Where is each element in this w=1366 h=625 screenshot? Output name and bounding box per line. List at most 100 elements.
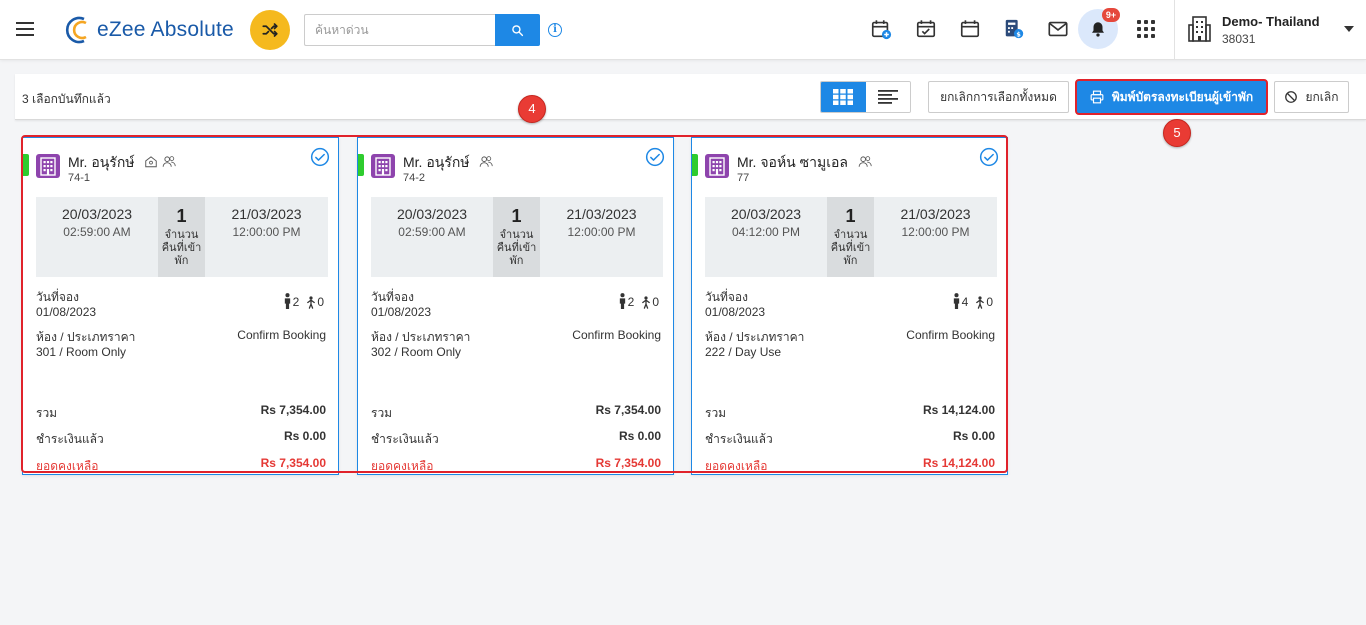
balance-label: ยอดคงเหลือ <box>36 459 99 473</box>
selected-check-icon[interactable] <box>979 147 999 167</box>
selected-count-text: 3 เลือกบันทึกแล้ว <box>22 92 111 106</box>
view-toggle <box>820 81 911 113</box>
nights-label: จำนวนคืนที่เข้าพัก <box>496 229 537 267</box>
child-icon <box>642 296 651 309</box>
arrival-time: 02:59:00 AM <box>398 225 466 239</box>
departure: 21/03/2023 12:00:00 PM <box>205 197 328 277</box>
occupancy: 2 0 <box>618 293 659 309</box>
balance-value: Rs 7,354.00 <box>595 456 661 470</box>
building-icon <box>1188 16 1211 42</box>
app-name: eZee Absolute <box>97 18 234 41</box>
child-count: 0 <box>317 295 324 309</box>
property-id: 38031 <box>1222 32 1256 46</box>
search-button[interactable] <box>495 14 540 46</box>
adult-icon <box>953 293 959 309</box>
balance-value: Rs 7,354.00 <box>260 456 326 470</box>
booking-status: Confirm Booking <box>237 328 326 342</box>
calendar-check-icon[interactable] <box>915 18 937 40</box>
home-icon <box>145 156 158 168</box>
svg-text:$: $ <box>1016 30 1021 38</box>
total-value: Rs 7,354.00 <box>260 403 326 417</box>
booking-date-value: 01/08/2023 <box>36 305 97 319</box>
divider <box>1174 0 1175 60</box>
booking-status: Confirm Booking <box>906 328 995 342</box>
departure-date: 21/03/2023 <box>900 206 971 222</box>
room-rate-value: 301 / Room Only <box>36 345 127 359</box>
paid-value: Rs 0.00 <box>952 429 995 443</box>
notification-badge: 9+ <box>1102 8 1120 22</box>
new-reservation-icon[interactable] <box>870 18 892 40</box>
guest-name: Mr. จอห์น ซามูเอล <box>737 154 848 170</box>
cancel-button[interactable]: ยกเลิก <box>1274 81 1349 113</box>
print-button-label: พิมพ์บัตรลงทะเบียนผู้เข้าพัก <box>1111 89 1254 104</box>
billing-icon[interactable]: $ <box>1003 18 1025 40</box>
list-view-icon <box>877 90 898 104</box>
booking-card[interactable]: Mr. อนุรักษ์ 74-1 20/03/2023 02:59:00 AM… <box>22 137 339 475</box>
adult-count: 2 <box>292 295 300 309</box>
nights-label: จำนวนคืนที่เข้าพัก <box>161 229 202 267</box>
deselect-all-button[interactable]: ยกเลิกการเลือกทั้งหมด <box>928 81 1069 113</box>
room-code: 74-2 <box>403 172 426 184</box>
arrival-time: 04:12:00 PM <box>731 225 801 239</box>
stay-summary: 20/03/2023 02:59:00 AM 1 จำนวนคืนที่เข้า… <box>36 197 328 277</box>
balance-label: ยอดคงเหลือ <box>371 459 434 473</box>
search-input[interactable] <box>304 14 496 46</box>
balance-value: Rs 14,124.00 <box>922 456 995 470</box>
arrival: 20/03/2023 02:59:00 AM <box>371 197 493 277</box>
chevron-down-icon <box>1344 26 1354 32</box>
nights-box: 1 จำนวนคืนที่เข้าพัก <box>493 197 540 277</box>
selected-check-icon[interactable] <box>310 147 330 167</box>
print-registration-card-button[interactable]: พิมพ์บัตรลงทะเบียนผู้เข้าพัก <box>1075 79 1268 115</box>
departure-time: 12:00:00 PM <box>901 225 970 239</box>
departure-time: 12:00:00 PM <box>232 225 301 239</box>
calendar-icon[interactable] <box>959 18 981 40</box>
shuffle-icon <box>262 23 278 37</box>
step-callout-5: 5 <box>1163 119 1191 147</box>
hotel-icon <box>371 154 395 178</box>
menu-icon[interactable] <box>16 22 34 36</box>
child-icon <box>976 296 985 309</box>
property-switcher[interactable]: Demo- Thailand 38031 <box>1188 12 1358 48</box>
room-code: 74-1 <box>68 172 91 184</box>
arrival-time: 02:59:00 AM <box>63 225 131 239</box>
selected-check-icon[interactable] <box>645 147 665 167</box>
info-icon[interactable]: i <box>548 23 562 37</box>
adult-count: 2 <box>627 295 635 309</box>
booking-date-value: 01/08/2023 <box>705 305 766 319</box>
balance-label: ยอดคงเหลือ <box>705 459 768 473</box>
shuffle-button[interactable] <box>250 10 290 50</box>
grid-view-button[interactable] <box>821 82 866 112</box>
total-label: รวม <box>705 406 727 420</box>
departure-date: 21/03/2023 <box>566 206 637 222</box>
total-label: รวม <box>36 406 58 420</box>
occupancy: 4 0 <box>952 293 993 309</box>
selection-toolbar: 3 เลือกบันทึกแล้ว ยกเลิกการเลือกทั้งหมด <box>15 74 1366 120</box>
app-logo[interactable]: eZee Absolute <box>64 15 234 45</box>
guests-icon <box>163 156 177 167</box>
guests-icon <box>480 156 494 167</box>
child-count: 0 <box>652 295 659 309</box>
apps-grid-icon[interactable] <box>1137 20 1155 38</box>
room-code: 77 <box>737 172 750 184</box>
paid-label: ชำระเงินแล้ว <box>705 432 773 446</box>
booking-status: Confirm Booking <box>572 328 661 342</box>
arrival-date: 20/03/2023 <box>730 206 802 222</box>
adult-count: 4 <box>961 295 969 309</box>
total-value: Rs 7,354.00 <box>595 403 661 417</box>
status-indicator <box>23 154 29 176</box>
paid-label: ชำระเงินแล้ว <box>371 432 439 446</box>
booking-card[interactable]: Mr. จอห์น ซามูเอล 77 20/03/2023 04:12:00… <box>691 137 1008 475</box>
nights-box: 1 จำนวนคืนที่เข้าพัก <box>158 197 205 277</box>
room-rate-value: 302 / Room Only <box>371 345 462 359</box>
booking-card[interactable]: Mr. อนุรักษ์ 74-2 20/03/2023 02:59:00 AM… <box>357 137 674 475</box>
search-icon <box>512 24 524 36</box>
departure-time: 12:00:00 PM <box>567 225 636 239</box>
status-indicator <box>358 154 364 176</box>
arrival: 20/03/2023 02:59:00 AM <box>36 197 158 277</box>
mail-icon[interactable] <box>1047 18 1069 40</box>
step-callout-4: 4 <box>518 95 546 123</box>
arrival-date: 20/03/2023 <box>61 206 133 222</box>
ezee-logo-icon <box>64 15 94 45</box>
nights-count: 1 <box>511 206 522 226</box>
list-view-button[interactable] <box>865 82 910 112</box>
